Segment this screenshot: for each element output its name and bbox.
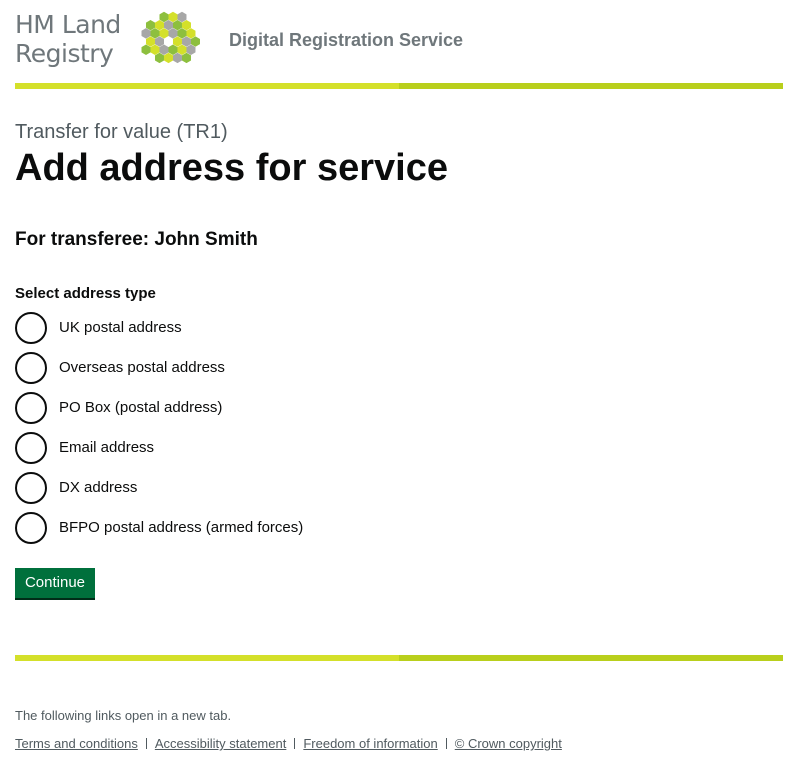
logo-hexagon (145, 36, 155, 47)
transferee-heading: For transferee: John Smith (15, 229, 258, 250)
logo-hexagon (154, 36, 164, 47)
radio-button[interactable] (15, 512, 47, 544)
hm-land-registry-logo[interactable]: HM Land Registry (15, 10, 125, 68)
link-separator (294, 738, 296, 749)
logo-hexagon (181, 36, 191, 47)
accessibility-statement-link[interactable]: Accessibility statement (155, 736, 287, 751)
radio-label[interactable]: DX address (59, 479, 137, 496)
continue-button[interactable]: Continue (15, 568, 95, 598)
radio-label[interactable]: BFPO postal address (armed forces) (59, 519, 303, 536)
radio-button[interactable] (15, 352, 47, 384)
logo-hexagon (168, 11, 178, 23)
site-header: HM Land Registry Digital Registration Se… (15, 0, 783, 90)
logo-hexagon (181, 52, 191, 64)
radio-label[interactable]: Email address (59, 439, 154, 456)
logo-hexagon (177, 11, 187, 23)
address-type-legend: Select address type (15, 285, 156, 302)
logo-hexagon (172, 19, 182, 31)
logo-line-1: HM Land (15, 10, 121, 39)
logo-hexagon (186, 28, 196, 39)
logo-hexagon (154, 19, 164, 31)
radio-button[interactable] (15, 392, 47, 424)
logo-hexagon (177, 44, 187, 55)
radio-label[interactable]: UK postal address (59, 319, 182, 336)
logo-hexagon (141, 44, 151, 55)
logo-line-2: Registry (15, 39, 114, 68)
logo-hexagon (168, 28, 178, 39)
page-title: Add address for service (15, 147, 448, 189)
radio-label[interactable]: PO Box (postal address) (59, 399, 222, 416)
link-separator (445, 738, 447, 749)
logo-hexagon (159, 11, 169, 23)
footer-divider (15, 655, 783, 661)
page-caption: Transfer for value (TR1) (15, 121, 228, 143)
logo-hexagon (145, 19, 155, 31)
link-separator (145, 738, 147, 749)
logo-hexagon (172, 36, 182, 47)
logo-hexagon (168, 44, 178, 55)
logo-hexagon (172, 52, 182, 64)
footer-note: The following links open in a new tab. (15, 708, 232, 723)
service-name[interactable]: Digital Registration Service (229, 30, 463, 51)
logo-hexagon (159, 44, 169, 55)
logo-hexagon (150, 28, 160, 39)
radio-button[interactable] (15, 472, 47, 504)
logo-hexagon (181, 19, 191, 31)
radio-button[interactable] (15, 432, 47, 464)
terms-and-conditions-link[interactable]: Terms and conditions (15, 736, 138, 751)
logo-hexagon (141, 28, 151, 39)
logo-hexagon (163, 19, 173, 31)
logo-hexagon (154, 52, 164, 64)
crown-copyright-link[interactable]: © Crown copyright (455, 736, 562, 751)
radio-label[interactable]: Overseas postal address (59, 359, 225, 376)
logo-hexagon (163, 52, 173, 64)
header-divider (15, 83, 783, 89)
radio-button[interactable] (15, 312, 47, 344)
freedom-of-information-link[interactable]: Freedom of information (303, 736, 437, 751)
logo-hexagon (190, 36, 200, 47)
logo-hexagon (186, 44, 196, 55)
logo-hexagon (150, 44, 160, 55)
footer-links: Terms and conditions Accessibility statem… (15, 736, 562, 751)
hexagon-cluster-icon (141, 11, 200, 64)
logo-hexagon (159, 28, 169, 39)
logo-hexagon (177, 28, 187, 39)
